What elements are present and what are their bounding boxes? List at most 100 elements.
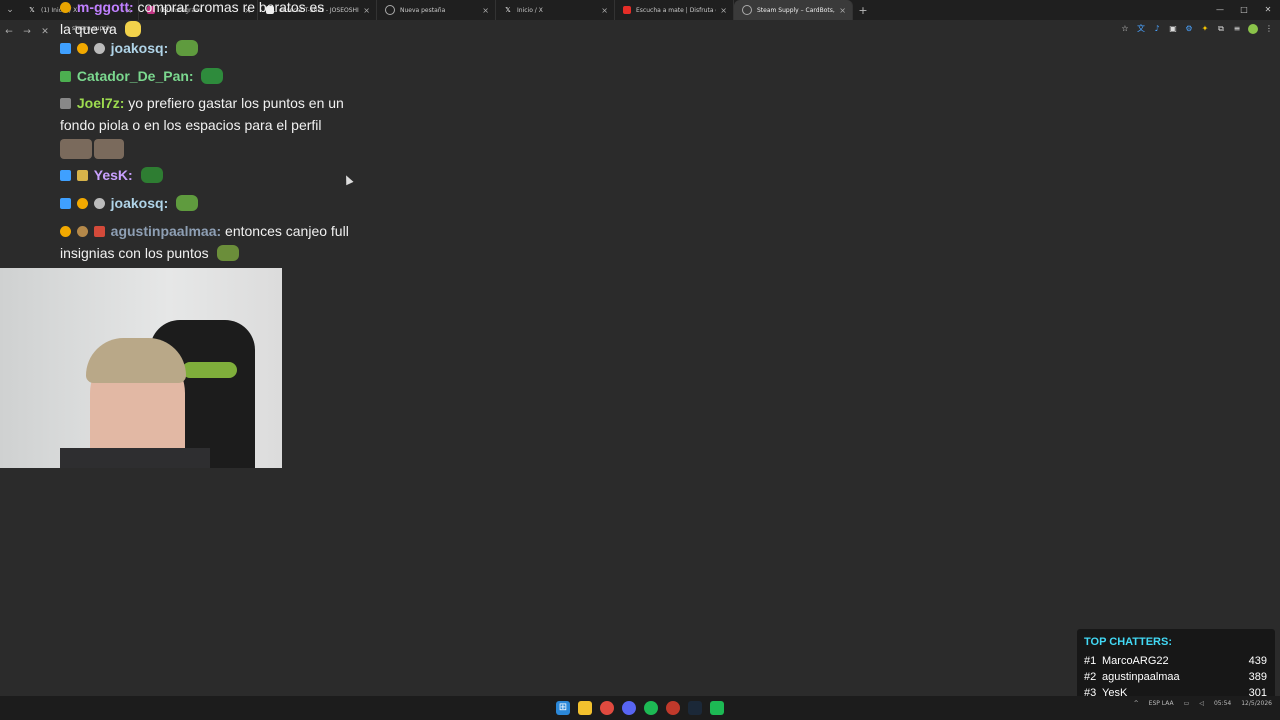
back-icon[interactable]: ←: [0, 27, 18, 37]
x-logo-icon: 𝕏: [29, 6, 35, 14]
pepe-emote-icon: [176, 195, 199, 211]
extension-icon[interactable]: ⚙: [1184, 24, 1194, 34]
windows-taskbar: ⊞ ^ ESP LAA ▭ ◁ 05:54 12/5/2026: [0, 696, 1280, 720]
close-icon[interactable]: ×: [363, 6, 370, 15]
tab-label: Escucha a mate | Disfruta de la: [636, 6, 716, 14]
chat-message: agustinpaalmaa: entonces canjeo full ins…: [60, 220, 360, 264]
frog-plush: [182, 362, 237, 378]
extensions-row: ☆ 文 ♪ ▣ ⚙ ✦ ⧉ ≡ ⋮: [1120, 24, 1274, 34]
discord-icon[interactable]: [622, 701, 636, 715]
streaming-app-icon[interactable]: [710, 701, 724, 715]
tab-search-icon[interactable]: ⌄: [0, 0, 20, 20]
chat-message: Catador_De_Pan:: [60, 65, 360, 87]
tab-3[interactable]: Nueva pestaña ×: [377, 0, 496, 20]
spotify-icon[interactable]: [644, 701, 658, 715]
chat-username: m-ggott:: [76, 0, 134, 15]
more-icon[interactable]: ⋮: [1264, 24, 1274, 34]
chat-message: m-ggott: comprar cromas re baratos es la…: [60, 0, 360, 40]
badge-icon: [76, 43, 88, 54]
top-chatters-title: TOP CHATTERS:: [1084, 636, 1173, 648]
file-explorer-icon[interactable]: [578, 701, 592, 715]
chat-username: agustinpaalmaa:: [110, 223, 222, 239]
tab-4[interactable]: 𝕏 Inicio / X ×: [496, 0, 615, 20]
emote-icon: [60, 139, 92, 159]
tab-label: Nueva pestaña: [400, 6, 446, 14]
chat-message: joakosq:: [60, 37, 360, 59]
close-window-icon[interactable]: ✕: [1256, 0, 1280, 20]
close-icon[interactable]: ×: [720, 6, 727, 15]
badge-icon: [60, 2, 71, 13]
tab-label: Steam Supply – CardBots, Tools: [757, 6, 835, 14]
chat-username: joakosq:: [110, 195, 169, 211]
volume-icon[interactable]: ◁: [1199, 700, 1204, 707]
chat-username: Catador_De_Pan:: [76, 68, 194, 84]
badge-icon: [76, 170, 88, 181]
webcam-feed: [0, 268, 282, 468]
close-icon[interactable]: ×: [839, 6, 846, 15]
tab-label: Inicio / X: [517, 6, 543, 14]
badge-icon: [60, 98, 71, 109]
chat-text: yo prefiero gastar los puntos en un: [128, 95, 344, 111]
chatter-name: agustinpaalmaa: [1102, 671, 1180, 683]
chatter-row: #1 MarcoARG22 439: [1084, 655, 1267, 667]
forward-icon[interactable]: →: [18, 27, 36, 37]
audio-icon[interactable]: ♪: [1152, 24, 1162, 34]
globe-icon: [385, 5, 395, 15]
badge-icon: [76, 198, 88, 209]
steam-icon[interactable]: [688, 701, 702, 715]
badge-icon: [60, 226, 71, 237]
pepe-emote-icon: [176, 40, 199, 56]
extension-icon[interactable]: ✦: [1200, 24, 1210, 34]
chat-username: joakosq:: [110, 40, 169, 56]
badge-icon: [93, 198, 105, 209]
emote-icon: [140, 167, 163, 183]
network-icon[interactable]: ▭: [1184, 700, 1190, 707]
chatter-rank: #2: [1084, 671, 1097, 683]
chatter-rank: #1: [1084, 655, 1097, 667]
close-icon[interactable]: ×: [482, 6, 489, 15]
sword-badge-icon: [60, 170, 71, 181]
badge-icon: [93, 43, 105, 54]
chat-username: Joel7z:: [76, 95, 125, 111]
emote-icon: [124, 21, 141, 37]
window-controls: — □ ✕: [1208, 0, 1280, 20]
chat-text: fondo piola o en los espacios para el pe…: [60, 117, 322, 133]
close-icon[interactable]: ×: [601, 6, 608, 15]
chat-username: YesK:: [93, 167, 133, 183]
tab-5[interactable]: Escucha a mate | Disfruta de la ×: [615, 0, 734, 20]
chat-text: entonces canjeo full: [225, 223, 349, 239]
bookmark-star-icon[interactable]: ☆: [1120, 24, 1130, 34]
streamer-cap: [86, 338, 186, 383]
chat-message: Joel7z: yo prefiero gastar los puntos en…: [60, 92, 360, 165]
extension-icon[interactable]: ▣: [1168, 24, 1178, 34]
windows-start-icon[interactable]: ⊞: [556, 701, 570, 715]
chrome-icon[interactable]: [600, 701, 614, 715]
chatter-name: MarcoARG22: [1102, 655, 1169, 667]
chat-text: comprar cromas re baratos es: [137, 0, 325, 15]
sword-badge-icon: [60, 198, 71, 209]
system-tray: ^ ESP LAA ▭ ◁ 05:54 12/5/2026: [1134, 700, 1272, 707]
chatter-count: 439: [1248, 655, 1267, 667]
maximize-icon[interactable]: □: [1232, 0, 1256, 20]
sword-badge-icon: [60, 43, 71, 54]
chatter-count: 389: [1248, 671, 1267, 683]
emote-icon: [94, 139, 124, 159]
avatar[interactable]: [1248, 24, 1258, 34]
menu-list-icon[interactable]: ≡: [1232, 24, 1242, 34]
puzzle-icon[interactable]: ⧉: [1216, 24, 1226, 34]
tray-date[interactable]: 12/5/2026: [1241, 700, 1272, 707]
tab-6-active[interactable]: Steam Supply – CardBots, Tools ×: [734, 0, 853, 20]
badge-icon: [60, 71, 71, 82]
chatter-row: #2 agustinpaalmaa 389: [1084, 671, 1267, 683]
chat-text: la que va: [60, 21, 117, 37]
tray-language[interactable]: ESP LAA: [1149, 700, 1174, 707]
tray-chevron-icon[interactable]: ^: [1134, 700, 1139, 707]
chrome-alt-icon[interactable]: [666, 701, 680, 715]
tray-time[interactable]: 05:54: [1214, 700, 1231, 707]
new-tab-button[interactable]: +: [853, 4, 873, 17]
minimize-icon[interactable]: —: [1208, 0, 1232, 20]
streamer-shirt: [60, 448, 210, 468]
translate-icon[interactable]: 文: [1136, 24, 1146, 34]
taskbar-apps: ⊞: [556, 701, 724, 715]
reload-icon[interactable]: ✕: [36, 27, 54, 37]
